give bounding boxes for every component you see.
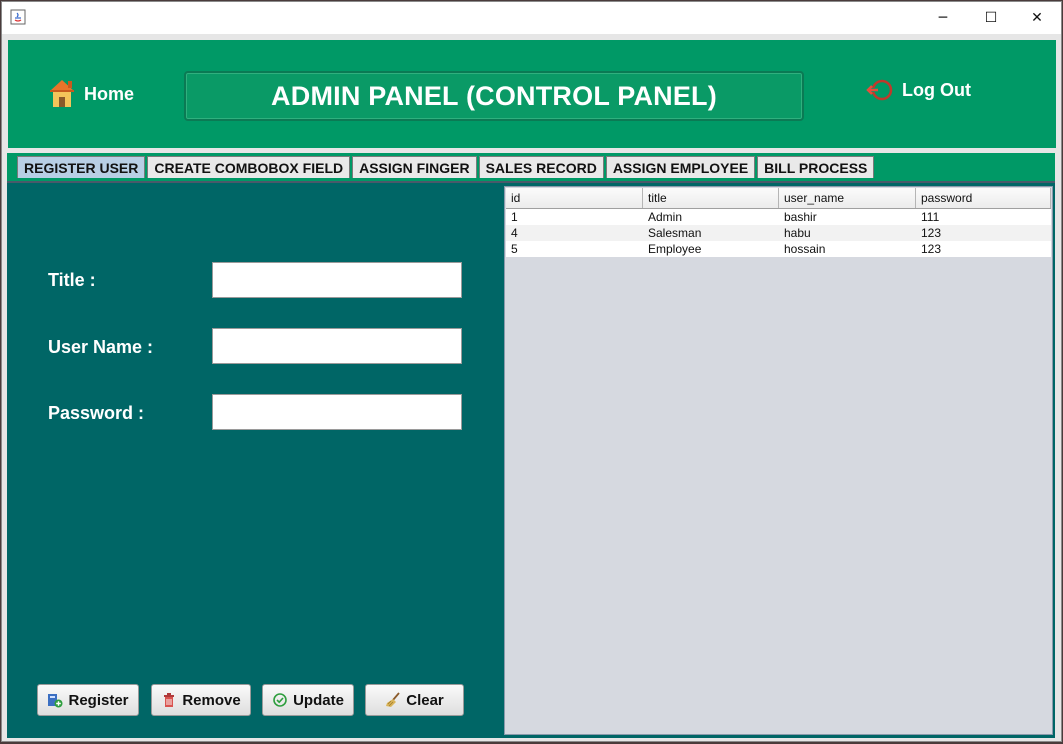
table-header: id title user_name password xyxy=(506,188,1051,209)
content-area: Home ADMIN PANEL (CONTROL PANEL) Log Out… xyxy=(2,34,1061,741)
table-row[interactable]: 5 Employee hossain 123 xyxy=(506,241,1051,257)
table-body: 1 Admin bashir 111 4 Salesman habu 123 5… xyxy=(506,209,1051,257)
tab-bill-process[interactable]: BILL PROCESS xyxy=(757,156,875,178)
register-button[interactable]: Register xyxy=(37,684,139,716)
cell-id: 5 xyxy=(511,242,518,256)
add-user-icon xyxy=(48,694,63,708)
update-label: Update xyxy=(293,691,344,709)
home-link[interactable]: Home xyxy=(48,78,134,110)
table-row[interactable]: 1 Admin bashir 111 xyxy=(506,209,1051,225)
username-input[interactable] xyxy=(212,328,462,364)
cell-user-name: bashir xyxy=(784,210,817,224)
app-window: ─ ☐ ✕ Home ADMIN PANEL (CONTROL PANEL) L… xyxy=(1,1,1062,742)
refresh-icon xyxy=(273,693,287,707)
cell-title: Admin xyxy=(648,210,683,224)
tab-assign-employee[interactable]: ASSIGN EMPLOYEE xyxy=(605,156,756,178)
java-app-icon xyxy=(10,9,26,25)
clear-label: Clear xyxy=(406,691,444,709)
tab-sales-record[interactable]: SALES RECORD xyxy=(478,156,604,178)
remove-label: Remove xyxy=(182,691,241,709)
cell-password: 123 xyxy=(921,226,942,240)
tab-register-user[interactable]: REGISTER USER xyxy=(17,156,146,178)
column-header-password[interactable]: password xyxy=(916,188,1051,208)
table-row[interactable]: 4 Salesman habu 123 xyxy=(506,225,1051,241)
broom-icon xyxy=(386,692,400,707)
minimize-button[interactable]: ─ xyxy=(920,2,966,34)
cell-password: 111 xyxy=(921,210,940,224)
column-header-id[interactable]: id xyxy=(506,188,643,208)
cell-title: Salesman xyxy=(648,226,702,240)
update-button[interactable]: Update xyxy=(262,684,354,716)
users-table[interactable]: id title user_name password 1 Admin bash… xyxy=(504,186,1053,735)
title-bar: ─ ☐ ✕ xyxy=(2,2,1061,34)
cell-user-name: habu xyxy=(784,226,811,240)
column-header-user-name[interactable]: user_name xyxy=(779,188,916,208)
column-header-title[interactable]: title xyxy=(643,188,779,208)
title-input[interactable] xyxy=(212,262,462,298)
password-label: Password : xyxy=(48,403,145,423)
logout-link[interactable]: Log Out xyxy=(866,78,971,102)
title-label: Title : xyxy=(48,270,96,290)
cell-password: 123 xyxy=(921,242,942,256)
house-icon xyxy=(50,80,74,107)
remove-button[interactable]: Remove xyxy=(151,684,251,716)
tab-strip: REGISTER USER CREATE COMBOBOX FIELD ASSI… xyxy=(7,153,1055,181)
cell-user-name: hossain xyxy=(784,242,826,256)
trash-icon xyxy=(164,693,175,707)
register-user-panel: Title : User Name : Password : Register xyxy=(7,183,1055,738)
tab-list: REGISTER USER CREATE COMBOBOX FIELD ASSI… xyxy=(17,156,876,178)
close-button[interactable]: ✕ xyxy=(1014,2,1060,34)
home-label: Home xyxy=(84,83,135,104)
cell-id: 4 xyxy=(511,226,518,240)
cell-title: Employee xyxy=(648,242,702,256)
clear-button[interactable]: Clear xyxy=(365,684,464,716)
username-label: User Name : xyxy=(48,337,154,357)
logout-label: Log Out xyxy=(902,79,971,100)
logout-icon xyxy=(866,79,893,101)
cell-id: 1 xyxy=(511,210,518,224)
maximize-button[interactable]: ☐ xyxy=(968,2,1014,34)
password-input[interactable] xyxy=(212,394,462,430)
header-panel: Home ADMIN PANEL (CONTROL PANEL) Log Out xyxy=(7,39,1057,149)
register-label: Register xyxy=(68,691,129,709)
page-title: ADMIN PANEL (CONTROL PANEL) xyxy=(184,71,804,121)
tab-assign-finger[interactable]: ASSIGN FINGER xyxy=(352,156,477,178)
tab-create-combobox-field[interactable]: CREATE COMBOBOX FIELD xyxy=(147,156,351,178)
